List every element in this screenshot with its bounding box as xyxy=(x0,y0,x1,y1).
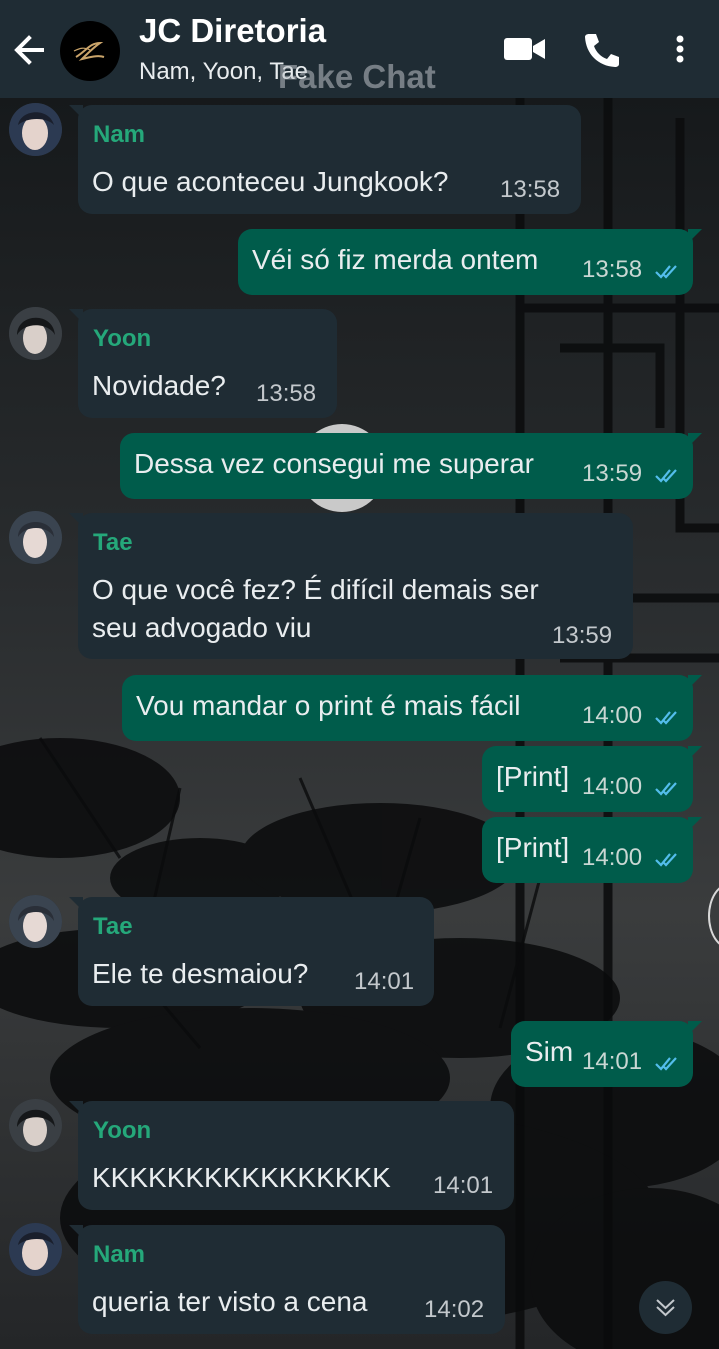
read-ticks-icon xyxy=(654,779,682,797)
avatar-nam[interactable] xyxy=(9,103,62,156)
avatar-yoon[interactable] xyxy=(9,1099,62,1152)
message-time: 14:00 xyxy=(582,702,643,729)
read-ticks-icon xyxy=(654,708,682,726)
avatar-yoon[interactable] xyxy=(9,307,62,360)
read-ticks-icon xyxy=(654,850,682,868)
message-time: 14:00 xyxy=(582,773,643,800)
message-time: 14:01 xyxy=(433,1172,494,1199)
sender-name: Nam xyxy=(93,121,146,148)
arrow-left-icon[interactable] xyxy=(10,30,50,70)
message-time: 13:59 xyxy=(552,622,613,649)
message-time: 13:59 xyxy=(582,460,643,487)
message-text-line: O que você fez? É difícil demais ser xyxy=(92,574,539,605)
sender-name: Yoon xyxy=(93,1117,152,1144)
watermark: Fake Chat xyxy=(278,58,436,95)
message-bubble[interactable]: [Print] 14:00 xyxy=(482,746,702,812)
message-text: Dessa vez consegui me superar xyxy=(134,448,534,479)
message-bubble[interactable]: Véi só fiz merda ontem 13:58 xyxy=(238,229,702,295)
message-bubble[interactable]: Dessa vez consegui me superar 13:59 xyxy=(120,433,702,499)
message-time: 13:58 xyxy=(256,380,317,407)
message-text: KKKKKKKKKKKKKKKK xyxy=(92,1162,391,1193)
chat-header: JC Diretoria Nam, Yoon, Tae Fake Chat xyxy=(0,0,719,98)
avatar-nam[interactable] xyxy=(9,1223,62,1276)
sender-name: Nam xyxy=(93,1241,146,1268)
message-bubble[interactable]: Tae O que você fez? É difícil demais ser… xyxy=(69,513,633,659)
message-bubble[interactable]: [Print] 14:00 xyxy=(482,817,702,883)
avatar-tae[interactable] xyxy=(9,895,62,948)
read-ticks-icon xyxy=(654,262,682,280)
message-time: 13:58 xyxy=(500,176,561,203)
avatar-tae[interactable] xyxy=(9,511,62,564)
read-ticks-icon xyxy=(654,466,682,484)
video-camera-icon[interactable] xyxy=(500,28,548,70)
chevrons-down-icon xyxy=(656,1299,675,1317)
message-text: Véi só fiz merda ontem xyxy=(252,244,539,275)
message-text-line: seu advogado viu xyxy=(92,612,312,643)
message-bubble[interactable]: Yoon Novidade? 13:58 xyxy=(69,309,337,418)
message-bubble[interactable]: Tae Ele te desmaiou? 14:01 xyxy=(69,897,434,1006)
message-text: Vou mandar o print é mais fácil xyxy=(136,690,521,721)
message-bubble[interactable]: Vou mandar o print é mais fácil 14:00 xyxy=(122,675,702,741)
message-text: queria ter visto a cena xyxy=(92,1286,368,1317)
scroll-to-bottom-button[interactable] xyxy=(639,1281,692,1334)
message-list[interactable]: Nam O que aconteceu Jungkook? 13:58 Véi … xyxy=(0,98,719,1349)
message-bubble[interactable]: Nam queria ter visto a cena 14:02 xyxy=(69,1225,505,1334)
phone-icon[interactable] xyxy=(578,28,626,70)
message-bubble[interactable]: Yoon KKKKKKKKKKKKKKKK 14:01 xyxy=(69,1101,514,1210)
read-ticks-icon xyxy=(654,1054,682,1072)
message-text: Ele te desmaiou? xyxy=(92,958,309,989)
message-text: Novidade? xyxy=(92,370,226,401)
message-text: [Print] xyxy=(496,761,570,792)
message-time: 14:00 xyxy=(582,844,643,871)
message-time: 13:58 xyxy=(582,256,643,283)
more-vertical-icon[interactable] xyxy=(660,28,700,70)
sender-name: Yoon xyxy=(93,325,152,352)
message-time: 14:02 xyxy=(424,1296,485,1323)
group-avatar[interactable] xyxy=(60,21,120,81)
message-text: Sim xyxy=(525,1036,574,1067)
sender-name: Tae xyxy=(93,913,133,940)
sender-name: Tae xyxy=(93,529,133,556)
chat-title[interactable]: JC Diretoria xyxy=(139,12,326,50)
message-time: 14:01 xyxy=(582,1048,643,1075)
message-text: O que aconteceu Jungkook? xyxy=(92,166,449,197)
message-text: [Print] xyxy=(496,832,570,863)
message-bubble[interactable]: Sim 14:01 xyxy=(511,1021,702,1087)
message-time: 14:01 xyxy=(354,968,415,995)
message-bubble[interactable]: Nam O que aconteceu Jungkook? 13:58 xyxy=(69,105,581,214)
